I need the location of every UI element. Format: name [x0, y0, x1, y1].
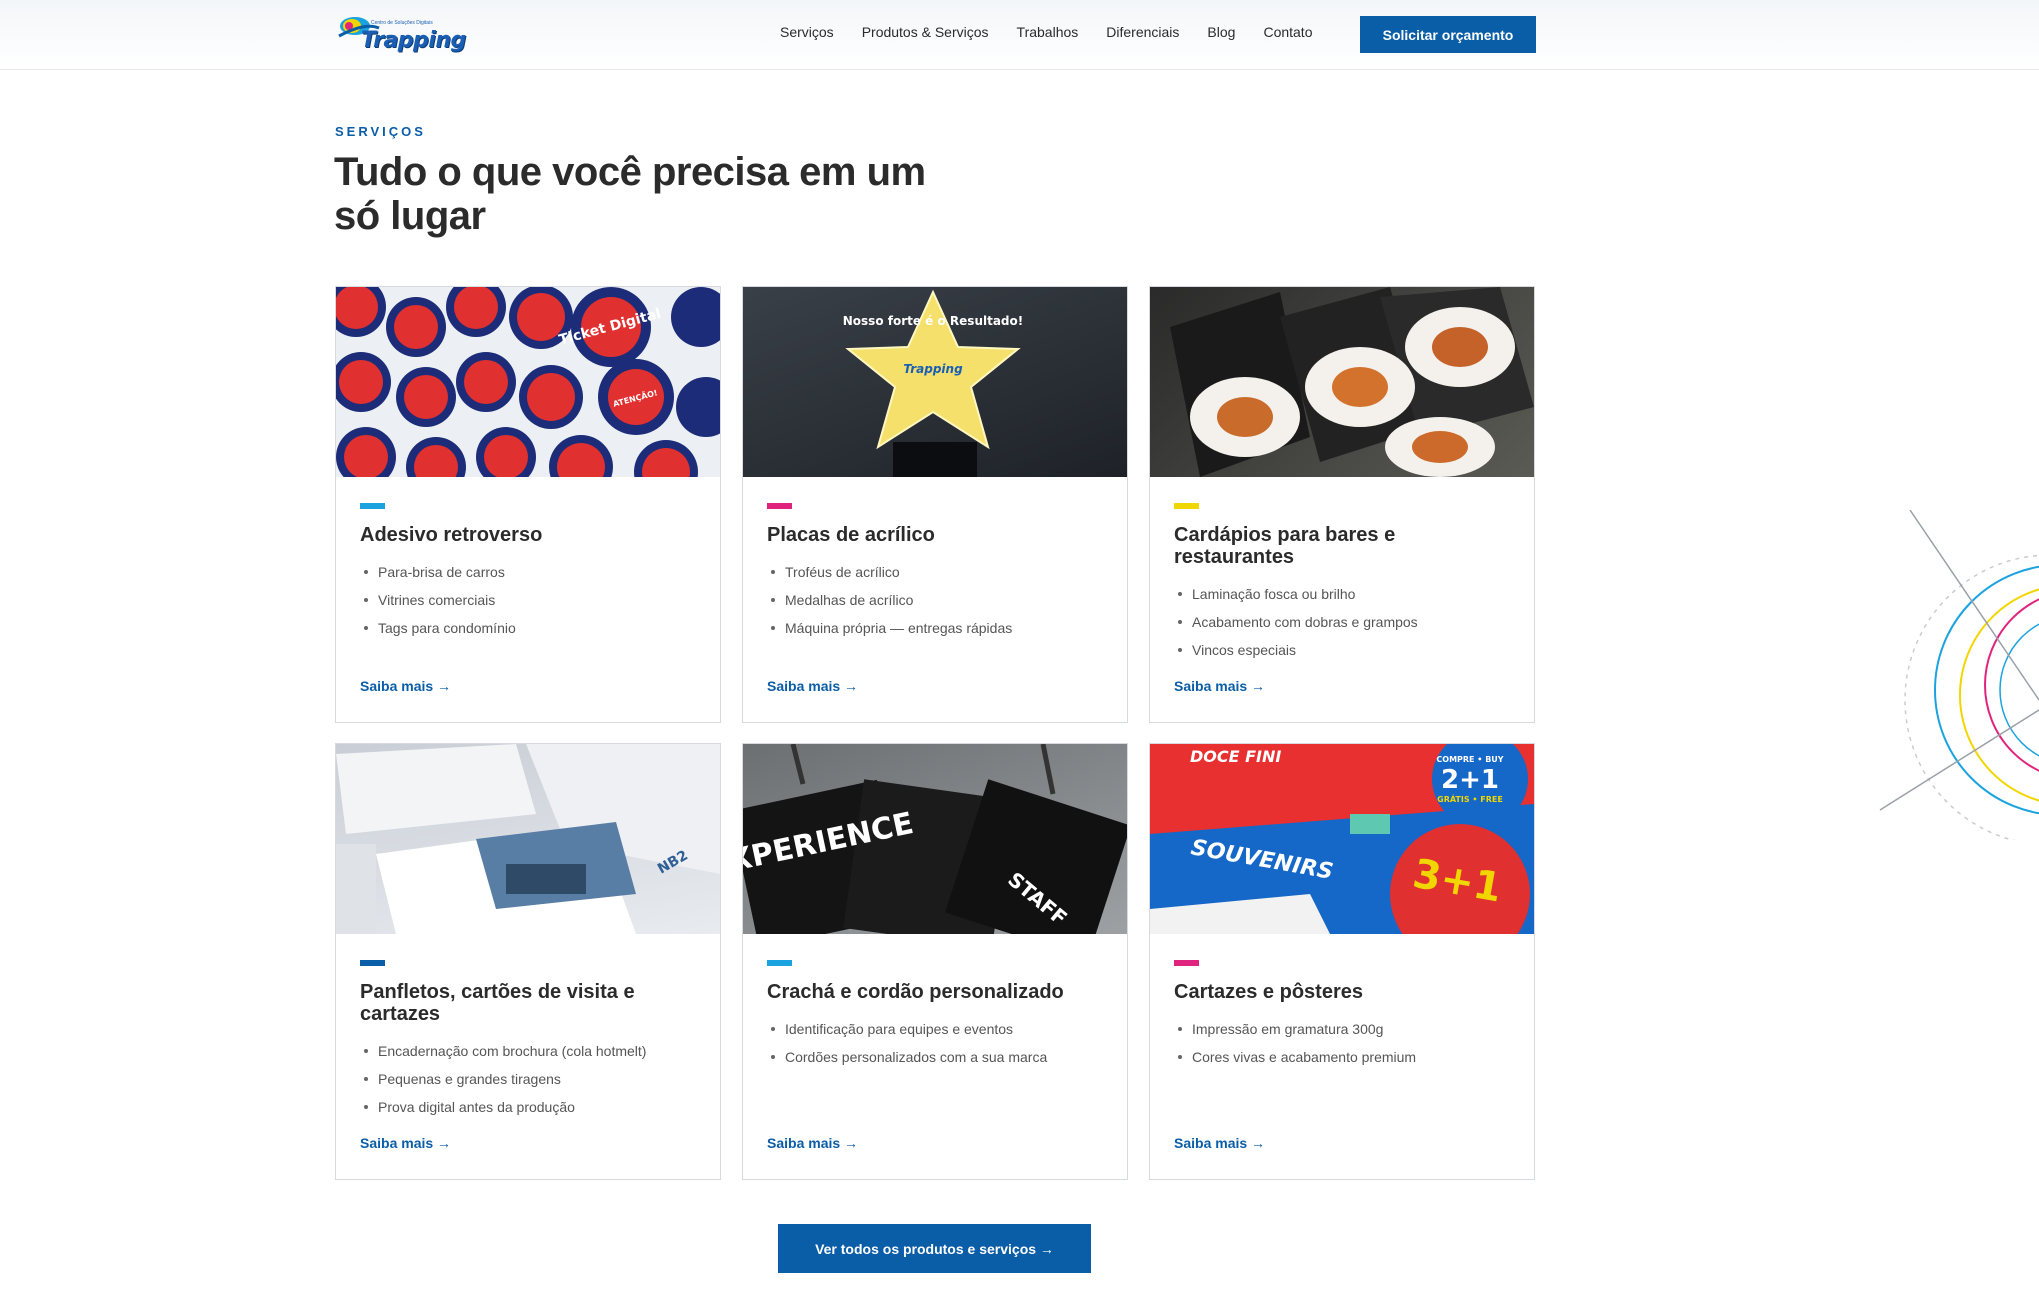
service-card-cardapios[interactable]: Cardápios para bares e restaurantes Lami… [1149, 286, 1535, 723]
nav-item-contato[interactable]: Contato [1263, 24, 1312, 40]
card-title: Panfletos, cartões de visita e cartazes [360, 981, 635, 1025]
logo-wordmark: Trapping [361, 28, 466, 53]
service-card-cracha[interactable]: EXPERIENCE STAFF Crachá e cordão persona… [742, 743, 1128, 1180]
card-accent-bar [767, 503, 792, 509]
logo-tagline: Centro de Soluções Digitais [371, 20, 433, 26]
card-accent-bar [360, 960, 385, 966]
card-feature-list: Identificação para equipes e eventos Cor… [767, 1015, 1047, 1071]
card-feature-list: Troféus de acrílico Medalhas de acrílico… [767, 558, 1012, 642]
service-card-panfletos[interactable]: NB2 Panfletos, cartões de visita e carta… [335, 743, 721, 1180]
list-item: Pequenas e grandes tiragens [360, 1065, 646, 1093]
decorative-circles-icon [1879, 510, 2039, 840]
list-item: Tags para condomínio [360, 614, 516, 642]
list-item: Vitrines comerciais [360, 586, 516, 614]
card-accent-bar [767, 960, 792, 966]
card-feature-list: Para-brisa de carros Vitrines comerciais… [360, 558, 516, 642]
list-item: Acabamento com dobras e grampos [1174, 608, 1418, 636]
site-header: Centro de Soluções Digitais Trapping Ser… [0, 0, 2039, 70]
list-item: Vincos especiais [1174, 636, 1418, 664]
service-card-acrilico[interactable]: Nosso forte é o Resultado! Trapping Plac… [742, 286, 1128, 723]
service-card-cartazes[interactable]: DOCE FINI COMPRE • BUY 2+1 GRÁTIS • FREE… [1149, 743, 1535, 1180]
trapping-logo[interactable]: Centro de Soluções Digitais Trapping [335, 12, 466, 54]
saiba-mais-link[interactable]: Saiba mais → [360, 1135, 451, 1151]
saiba-mais-link[interactable]: Saiba mais → [1174, 1135, 1265, 1151]
list-item: Para-brisa de carros [360, 558, 516, 586]
card-title: Placas de acrílico [767, 524, 935, 546]
card-image-posters: DOCE FINI COMPRE • BUY 2+1 GRÁTIS • FREE… [1150, 744, 1534, 934]
image-text-compre-buy-top: COMPRE • BUY [1436, 755, 1503, 764]
card-feature-list: Laminação fosca ou brilho Acabamento com… [1174, 580, 1418, 664]
request-quote-button[interactable]: Solicitar orçamento [1360, 16, 1536, 53]
list-item: Prova digital antes da produção [360, 1093, 646, 1121]
saiba-mais-link[interactable]: Saiba mais → [360, 678, 451, 694]
card-accent-bar [1174, 960, 1199, 966]
nav-item-blog[interactable]: Blog [1207, 24, 1235, 40]
section-eyebrow: SERVIÇOS [335, 124, 426, 139]
list-item: Máquina própria — entregas rápidas [767, 614, 1012, 642]
list-item: Impressão em gramatura 300g [1174, 1015, 1416, 1043]
list-item: Troféus de acrílico [767, 558, 1012, 586]
card-accent-bar [360, 503, 385, 509]
list-item: Cores vivas e acabamento premium [1174, 1043, 1416, 1071]
card-feature-list: Impressão em gramatura 300g Cores vivas … [1174, 1015, 1416, 1071]
list-item: Encadernação com brochura (cola hotmelt) [360, 1037, 646, 1065]
saiba-mais-link[interactable]: Saiba mais → [767, 678, 858, 694]
section-title: Tudo o que você precisa em um só lugar [334, 150, 926, 238]
card-title: Crachá e cordão personalizado [767, 981, 1064, 1003]
nav-item-diferenciais[interactable]: Diferenciais [1106, 24, 1179, 40]
list-item: Cordões personalizados com a sua marca [767, 1043, 1047, 1071]
card-image-badges: EXPERIENCE STAFF [743, 744, 1127, 934]
image-text-slogan: Nosso forte é o Resultado! [843, 314, 1024, 328]
card-feature-list: Encadernação com brochura (cola hotmelt)… [360, 1037, 646, 1121]
view-all-products-button[interactable]: Ver todos os produtos e serviços → [778, 1224, 1091, 1273]
image-text-doce-fini: DOCE FINI [1190, 747, 1281, 766]
image-text-brand: Trapping [903, 362, 963, 376]
card-image-flyers: NB2 [336, 744, 720, 934]
list-item: Laminação fosca ou brilho [1174, 580, 1418, 608]
saiba-mais-link[interactable]: Saiba mais → [767, 1135, 858, 1151]
card-image-menus [1150, 287, 1534, 477]
card-title: Cardápios para bares e restaurantes [1174, 524, 1396, 568]
card-image-acrylic-star: Nosso forte é o Resultado! Trapping [743, 287, 1127, 477]
saiba-mais-link[interactable]: Saiba mais → [1174, 678, 1265, 694]
card-accent-bar [1174, 503, 1199, 509]
nav-item-produtos-servicos[interactable]: Produtos & Serviços [862, 24, 989, 40]
image-text-gratis-free-top: GRÁTIS • FREE [1437, 793, 1503, 804]
card-title: Adesivo retroverso [360, 524, 543, 546]
service-card-adesivo[interactable]: Ticket Digital ATENÇÃO! Adesivo retrover… [335, 286, 721, 723]
nav-item-trabalhos[interactable]: Trabalhos [1017, 24, 1079, 40]
card-image-stickers: Ticket Digital ATENÇÃO! [336, 287, 720, 477]
nav-item-servicos[interactable]: Serviços [780, 24, 834, 40]
list-item: Medalhas de acrílico [767, 586, 1012, 614]
image-text-offer-2-1: 2+1 [1441, 765, 1499, 795]
list-item: Identificação para equipes e eventos [767, 1015, 1047, 1043]
main-nav: Serviços Produtos & Serviços Trabalhos D… [780, 24, 1313, 40]
card-title: Cartazes e pôsteres [1174, 981, 1363, 1003]
